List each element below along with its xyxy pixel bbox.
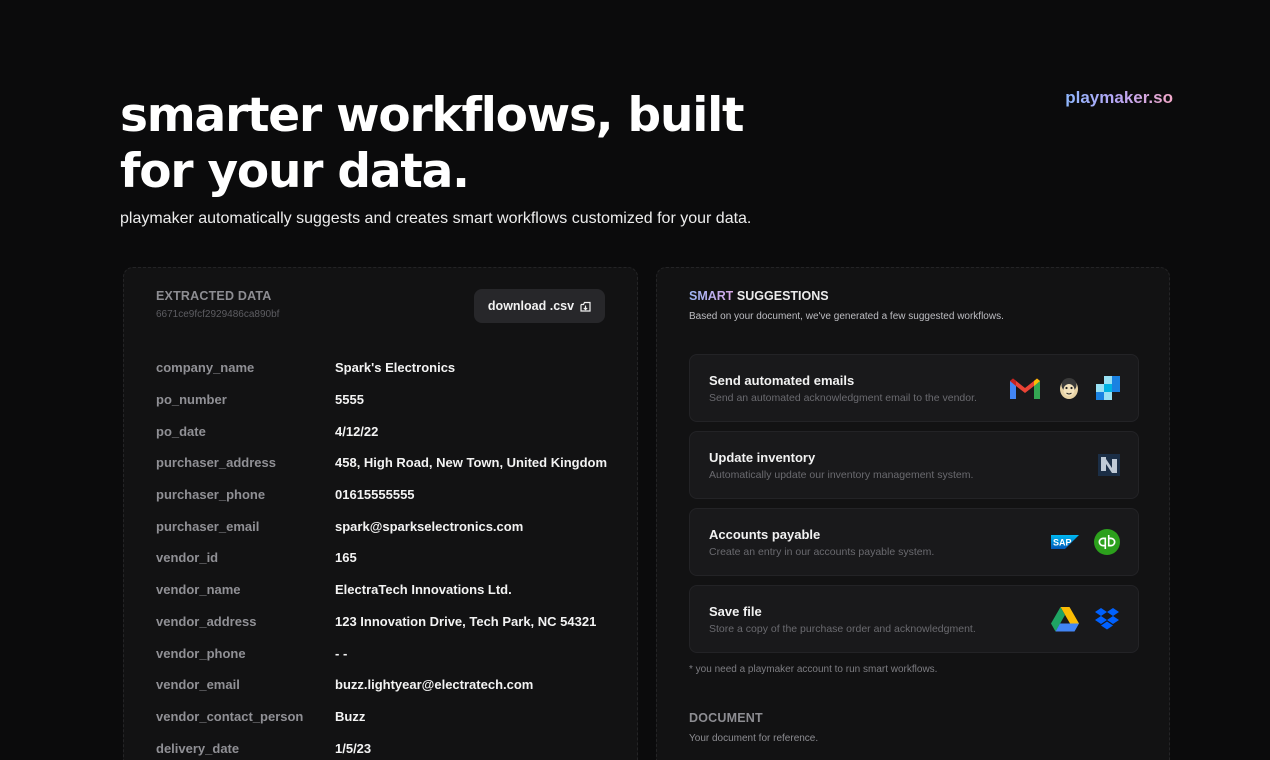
mailchimp-icon <box>1057 375 1081 401</box>
field-value: buzz.lightyear@electratech.com <box>335 677 534 693</box>
workflow-card-description: Send an automated acknowledgment email t… <box>709 391 977 404</box>
extracted-fields-list: company_name Spark's Electronics po_number… <box>156 352 616 760</box>
field-key: vendor_phone <box>156 645 246 661</box>
suggestions-title-smart: SMART <box>689 289 734 303</box>
field-value: Spark's Electronics <box>335 360 456 376</box>
field-key: vendor_address <box>156 613 257 629</box>
field-value: 5555 <box>335 392 364 408</box>
suggestions-header: SMART SUGGESTIONS Based on your document… <box>689 289 1004 322</box>
workflow-card-send-emails[interactable]: Send automated emails Send an automated … <box>689 354 1139 422</box>
integration-logos <box>1008 375 1120 401</box>
sendgrid-icon <box>1096 376 1120 400</box>
field-key: vendor_id <box>156 550 219 566</box>
workflow-card-description: Automatically update our inventory manag… <box>709 468 974 481</box>
hero-subtitle: playmaker automatically suggests and cre… <box>120 210 752 227</box>
brand-logo[interactable]: playmaker.so <box>1065 88 1173 108</box>
account-note: * you need a playmaker account to run sm… <box>689 664 938 675</box>
extracted-field-row: delivery_date 1/5/23 <box>156 732 616 760</box>
quickbooks-icon <box>1094 529 1120 555</box>
workflow-card-title: Send automated emails <box>709 372 855 388</box>
field-key: vendor_name <box>156 582 241 598</box>
field-key: purchaser_address <box>156 455 276 471</box>
field-key: purchaser_phone <box>156 487 266 503</box>
google-drive-icon <box>1051 606 1079 632</box>
workflow-card-update-inventory[interactable]: Update inventory Automatically update ou… <box>689 431 1139 499</box>
workflow-card-title: Accounts payable <box>709 526 821 542</box>
integration-logos <box>1051 606 1120 632</box>
suggestions-title-rest: SUGGESTIONS <box>733 289 829 303</box>
field-value: 4/12/22 <box>335 423 379 439</box>
download-csv-button[interactable]: download .csv <box>474 289 605 323</box>
field-key: company_name <box>156 360 255 376</box>
field-key: po_date <box>156 423 206 439</box>
workflow-card-accounts-payable[interactable]: Accounts payable Create an entry in our … <box>689 508 1139 576</box>
extracted-field-row: po_date 4/12/22 <box>156 415 616 447</box>
extracted-field-row: vendor_id 165 <box>156 542 616 574</box>
field-value: 123 Innovation Drive, Tech Park, NC 5432… <box>335 613 597 629</box>
extracted-field-row: po_number 5555 <box>156 384 616 416</box>
document-section-header: DOCUMENT Your document for reference. <box>689 711 818 744</box>
workflow-card-save-file[interactable]: Save file Store a copy of the purchase o… <box>689 585 1139 653</box>
extracted-field-row: company_name Spark's Electronics <box>156 352 616 384</box>
extracted-field-row: vendor_address 123 Innovation Drive, Tech… <box>156 606 616 638</box>
field-key: po_number <box>156 392 227 408</box>
field-value: 458, High Road, New Town, United Kingdom <box>335 455 608 471</box>
extracted-field-row: vendor_contact_person Buzz <box>156 701 616 733</box>
document-title: DOCUMENT <box>689 711 763 725</box>
field-value: - - <box>335 645 348 661</box>
dropbox-icon <box>1094 607 1120 631</box>
extracted-data-panel: EXTRACTED DATA 6671ce9fcf2929486ca890bf … <box>123 267 638 760</box>
document-hash: 6671ce9fcf2929486ca890bf <box>156 309 280 320</box>
extracted-field-row: purchaser_email spark@sparkselectronics.c… <box>156 510 616 542</box>
field-value: 165 <box>335 550 357 566</box>
gmail-icon <box>1008 375 1042 401</box>
extracted-field-row: purchaser_address 458, High Road, New Tow… <box>156 447 616 479</box>
sap-icon: SAP <box>1051 535 1079 549</box>
hero-title: smarter workflows, built for your data. <box>120 88 745 199</box>
integration-logos <box>1098 454 1120 476</box>
field-key: purchaser_email <box>156 518 260 534</box>
workflow-card-title: Save file <box>709 603 762 619</box>
extracted-field-row: purchaser_phone 01615555555 <box>156 479 616 511</box>
workflow-card-description: Create an entry in our accounts payable … <box>709 545 935 558</box>
extracted-field-row: vendor_email buzz.lightyear@electratech.c… <box>156 669 616 701</box>
svg-text:SAP: SAP <box>1053 538 1072 548</box>
netsuite-icon <box>1098 454 1120 476</box>
suggestions-title: SMART SUGGESTIONS <box>689 289 1004 303</box>
workflow-cards: Send automated emails Send an automated … <box>689 354 1139 662</box>
field-value: 1/5/23 <box>335 740 372 756</box>
workflow-card-title: Update inventory <box>709 449 816 465</box>
download-csv-label: download .csv <box>487 299 575 313</box>
field-value: spark@sparkselectronics.com <box>335 518 524 534</box>
extracted-data-header: EXTRACTED DATA 6671ce9fcf2929486ca890bf <box>156 289 279 320</box>
field-key: vendor_contact_person <box>156 708 304 724</box>
field-key: delivery_date <box>156 740 240 756</box>
integration-logos: SAP <box>1051 529 1120 555</box>
extracted-data-title: EXTRACTED DATA <box>156 289 272 303</box>
suggestions-description: Based on your document, we've generated … <box>689 311 1004 322</box>
field-value: ElectraTech Innovations Ltd. <box>335 582 512 598</box>
field-key: vendor_email <box>156 677 240 693</box>
smart-suggestions-panel: SMART SUGGESTIONS Based on your document… <box>656 267 1170 760</box>
document-description: Your document for reference. <box>689 733 819 744</box>
field-value: Buzz <box>335 708 366 724</box>
extracted-field-row: vendor_name ElectraTech Innovations Ltd. <box>156 574 616 606</box>
download-icon <box>580 301 591 312</box>
field-value: 01615555555 <box>335 487 415 503</box>
workflow-card-description: Store a copy of the purchase order and a… <box>709 622 976 635</box>
extracted-field-row: vendor_phone - - <box>156 637 616 669</box>
